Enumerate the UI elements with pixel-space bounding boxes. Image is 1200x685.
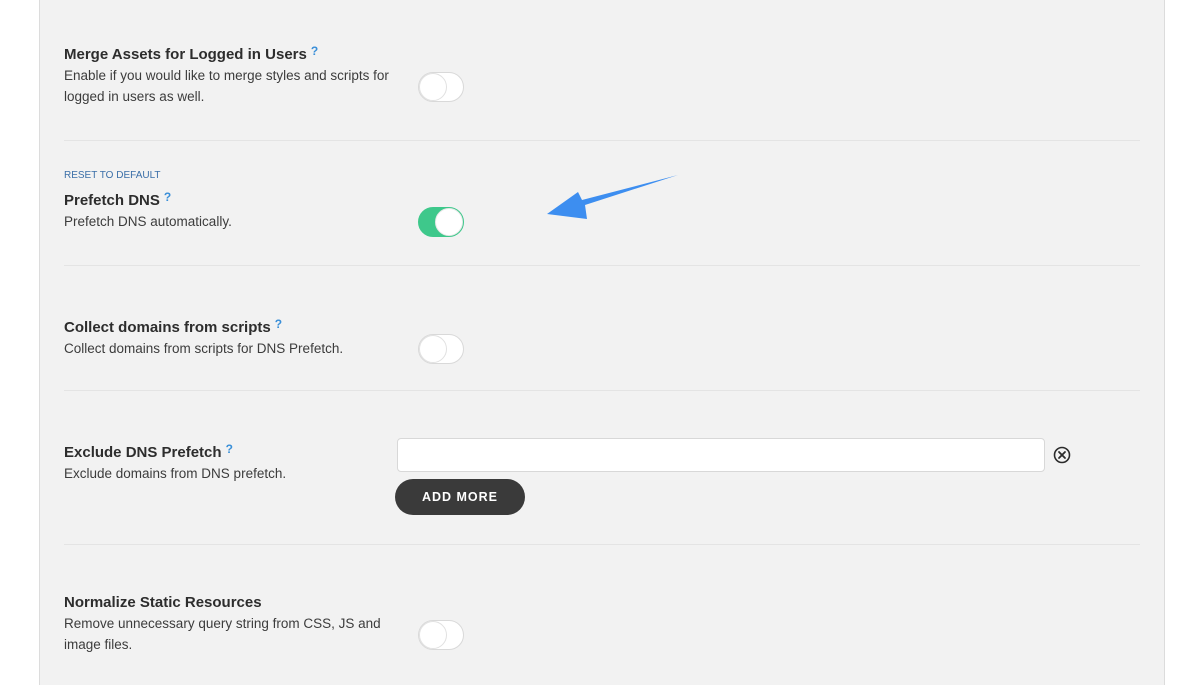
help-icon[interactable]: ? xyxy=(311,41,318,61)
exclude-domain-input[interactable] xyxy=(397,438,1045,472)
toggle-knob xyxy=(435,208,463,236)
help-icon[interactable]: ? xyxy=(226,439,233,459)
setting-title-text: Merge Assets for Logged in Users xyxy=(64,46,307,63)
collect-domains-toggle[interactable] xyxy=(418,334,464,364)
add-more-button[interactable]: ADD MORE xyxy=(395,479,525,515)
setting-title-text: Prefetch DNS xyxy=(64,192,160,209)
setting-title: Merge Assets for Logged in Users? xyxy=(64,44,1140,65)
arrow-pointer-icon xyxy=(547,175,678,219)
setting-title: Collect domains from scripts? xyxy=(64,317,1140,338)
setting-title: Normalize Static Resources xyxy=(64,594,262,611)
setting-description: Collect domains from scripts for DNS Pre… xyxy=(64,341,344,356)
setting-description: Prefetch DNS automatically. xyxy=(64,214,232,229)
merge-assets-toggle[interactable] xyxy=(418,72,464,102)
setting-description: Exclude domains from DNS prefetch. xyxy=(64,466,287,481)
help-icon[interactable]: ? xyxy=(164,187,171,207)
help-icon[interactable]: ? xyxy=(275,314,282,334)
normalize-static-resources-toggle[interactable] xyxy=(418,620,464,650)
divider xyxy=(64,265,1140,266)
setting-title-text: Exclude DNS Prefetch xyxy=(64,444,222,461)
toggle-knob xyxy=(419,335,447,363)
divider xyxy=(64,544,1140,545)
divider xyxy=(64,140,1140,141)
prefetch-dns-toggle[interactable] xyxy=(418,207,464,237)
setting-normalize-static-resources: Normalize Static Resources Remove unnece… xyxy=(64,593,1140,655)
setting-description: Remove unnecessary query string from CSS… xyxy=(64,616,381,652)
settings-panel: Merge Assets for Logged in Users? Enable… xyxy=(39,0,1165,685)
setting-description: Enable if you would like to merge styles… xyxy=(64,68,389,104)
toggle-knob xyxy=(419,621,447,649)
setting-collect-domains: Collect domains from scripts? Collect do… xyxy=(64,317,1140,359)
setting-title-text: Collect domains from scripts xyxy=(64,319,271,336)
setting-merge-assets: Merge Assets for Logged in Users? Enable… xyxy=(64,44,1140,107)
toggle-knob xyxy=(419,73,447,101)
circle-x-icon[interactable] xyxy=(1053,446,1071,464)
divider xyxy=(64,390,1140,391)
